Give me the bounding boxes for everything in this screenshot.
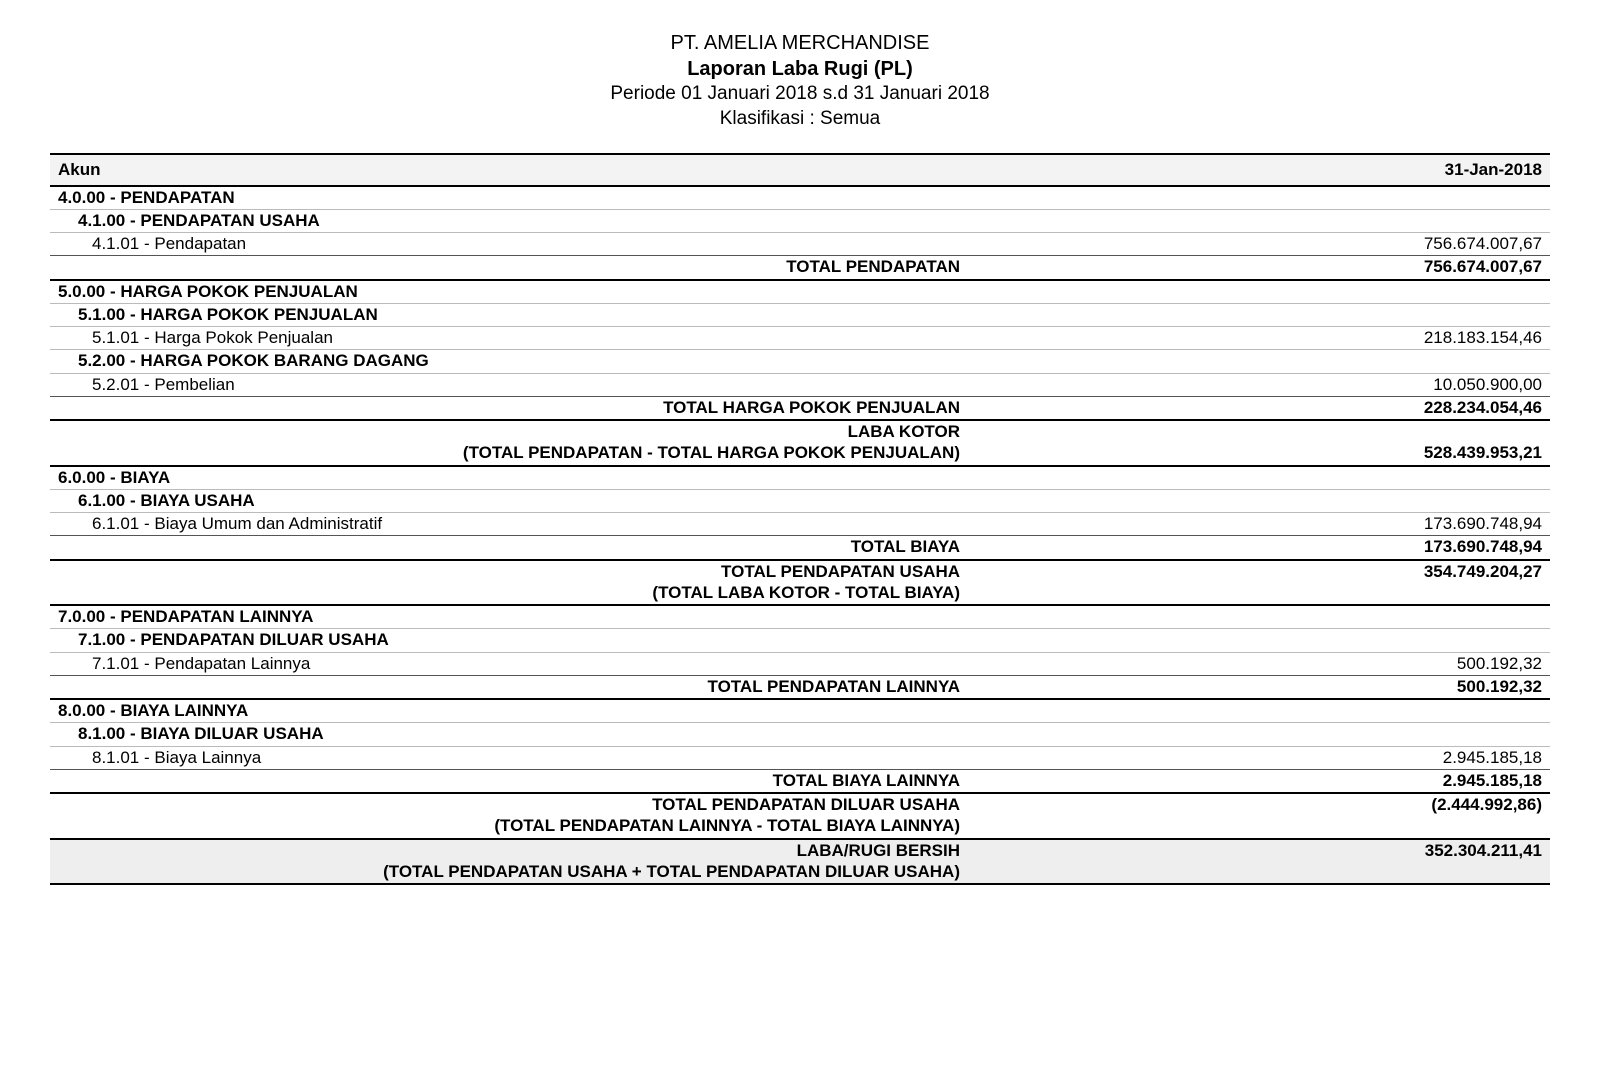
row-value: 173.690.748,94	[980, 536, 1550, 560]
row-total-biaya-lain: TOTAL BIAYA LAINNYA 2.945.185,18	[50, 769, 1550, 793]
row-value: 500.192,32	[980, 652, 1550, 675]
section-4-1-00: 4.1.00 - PENDAPATAN USAHA	[50, 209, 1550, 232]
row-label: TOTAL PENDAPATAN	[50, 256, 980, 280]
row-total-pend-usaha: TOTAL PENDAPATAN USAHA (TOTAL LABA KOTOR…	[50, 560, 1550, 606]
row-value: 528.439.953,21	[980, 420, 1550, 466]
pl-table: Akun 31-Jan-2018 4.0.00 - PENDAPATAN 4.1…	[50, 153, 1550, 885]
row-label: TOTAL BIAYA LAINNYA	[50, 769, 980, 793]
section-label: 8.1.00 - BIAYA DILUAR USAHA	[50, 723, 980, 746]
section-label: 5.0.00 - HARGA POKOK PENJUALAN	[50, 280, 980, 304]
section-6-1-00: 6.1.00 - BIAYA USAHA	[50, 489, 1550, 512]
row-label: 7.1.01 - Pendapatan Lainnya	[50, 652, 980, 675]
col-header-date: 31-Jan-2018	[980, 154, 1550, 185]
report-header: PT. AMELIA MERCHANDISE Laporan Laba Rugi…	[50, 30, 1550, 131]
row-label: 6.1.01 - Biaya Umum dan Administratif	[50, 513, 980, 536]
report-classification: Klasifikasi : Semua	[50, 107, 1550, 132]
section-label: 6.1.00 - BIAYA USAHA	[50, 489, 980, 512]
section-6-0-00: 6.0.00 - BIAYA	[50, 466, 1550, 490]
row-label-line2: (TOTAL PENDAPATAN - TOTAL HARGA POKOK PE…	[58, 442, 960, 463]
section-label: 6.0.00 - BIAYA	[50, 466, 980, 490]
section-5-1-00: 5.1.00 - HARGA POKOK PENJUALAN	[50, 303, 1550, 326]
row-value: 354.749.204,27	[980, 560, 1550, 606]
row-total-pend-diluar: TOTAL PENDAPATAN DILUAR USAHA (TOTAL PEN…	[50, 793, 1550, 839]
row-label: 4.1.01 - Pendapatan	[50, 233, 980, 256]
row-value: 218.183.154,46	[980, 327, 1550, 350]
row-label-line2: (TOTAL PENDAPATAN USAHA + TOTAL PENDAPAT…	[58, 861, 960, 882]
row-6-1-01: 6.1.01 - Biaya Umum dan Administratif 17…	[50, 513, 1550, 536]
row-value: 756.674.007,67	[980, 233, 1550, 256]
row-laba-rugi-bersih: LABA/RUGI BERSIH (TOTAL PENDAPATAN USAHA…	[50, 839, 1550, 885]
section-8-0-00: 8.0.00 - BIAYA LAINNYA	[50, 699, 1550, 723]
section-label: 5.2.00 - HARGA POKOK BARANG DAGANG	[50, 350, 980, 373]
row-label: 8.1.01 - Biaya Lainnya	[50, 746, 980, 769]
row-value: 2.945.185,18	[980, 746, 1550, 769]
row-value: 500.192,32	[980, 675, 1550, 699]
section-label: 8.0.00 - BIAYA LAINNYA	[50, 699, 980, 723]
row-label: 5.1.01 - Harga Pokok Penjualan	[50, 327, 980, 350]
table-header-row: Akun 31-Jan-2018	[50, 154, 1550, 185]
row-label: TOTAL BIAYA	[50, 536, 980, 560]
row-total-biaya: TOTAL BIAYA 173.690.748,94	[50, 536, 1550, 560]
section-label: 5.1.00 - HARGA POKOK PENJUALAN	[50, 303, 980, 326]
section-5-0-00: 5.0.00 - HARGA POKOK PENJUALAN	[50, 280, 1550, 304]
row-8-1-01: 8.1.01 - Biaya Lainnya 2.945.185,18	[50, 746, 1550, 769]
col-header-akun: Akun	[50, 154, 980, 185]
row-laba-kotor: LABA KOTOR (TOTAL PENDAPATAN - TOTAL HAR…	[50, 420, 1550, 466]
section-label: 7.1.00 - PENDAPATAN DILUAR USAHA	[50, 629, 980, 652]
row-label: TOTAL PENDAPATAN LAINNYA	[50, 675, 980, 699]
row-value: 756.674.007,67	[980, 256, 1550, 280]
row-label-line1: TOTAL PENDAPATAN USAHA	[58, 561, 960, 582]
section-label: 7.0.00 - PENDAPATAN LAINNYA	[50, 605, 980, 629]
row-label: 5.2.01 - Pembelian	[50, 373, 980, 396]
row-label-line1: LABA KOTOR	[58, 421, 960, 442]
row-label-line2: (TOTAL LABA KOTOR - TOTAL BIAYA)	[58, 582, 960, 603]
row-value: 2.945.185,18	[980, 769, 1550, 793]
section-label: 4.0.00 - PENDAPATAN	[50, 186, 980, 210]
section-8-1-00: 8.1.00 - BIAYA DILUAR USAHA	[50, 723, 1550, 746]
section-4-0-00: 4.0.00 - PENDAPATAN	[50, 186, 1550, 210]
row-label: TOTAL HARGA POKOK PENJUALAN	[50, 396, 980, 420]
section-label: 4.1.00 - PENDAPATAN USAHA	[50, 209, 980, 232]
row-total-hpp: TOTAL HARGA POKOK PENJUALAN 228.234.054,…	[50, 396, 1550, 420]
row-total-pendapatan: TOTAL PENDAPATAN 756.674.007,67	[50, 256, 1550, 280]
report-period: Periode 01 Januari 2018 s.d 31 Januari 2…	[50, 82, 1550, 107]
row-value: 228.234.054,46	[980, 396, 1550, 420]
row-5-2-01: 5.2.01 - Pembelian 10.050.900,00	[50, 373, 1550, 396]
row-label-line1: TOTAL PENDAPATAN DILUAR USAHA	[58, 794, 960, 815]
section-5-2-00: 5.2.00 - HARGA POKOK BARANG DAGANG	[50, 350, 1550, 373]
row-total-pend-lain: TOTAL PENDAPATAN LAINNYA 500.192,32	[50, 675, 1550, 699]
section-7-0-00: 7.0.00 - PENDAPATAN LAINNYA	[50, 605, 1550, 629]
row-value: 352.304.211,41	[980, 839, 1550, 885]
row-value: 10.050.900,00	[980, 373, 1550, 396]
row-label-line1: LABA/RUGI BERSIH	[58, 840, 960, 861]
row-5-1-01: 5.1.01 - Harga Pokok Penjualan 218.183.1…	[50, 327, 1550, 350]
report-title: Laporan Laba Rugi (PL)	[50, 56, 1550, 82]
row-7-1-01: 7.1.01 - Pendapatan Lainnya 500.192,32	[50, 652, 1550, 675]
section-7-1-00: 7.1.00 - PENDAPATAN DILUAR USAHA	[50, 629, 1550, 652]
company-name: PT. AMELIA MERCHANDISE	[50, 30, 1550, 56]
row-value: 173.690.748,94	[980, 513, 1550, 536]
row-value: (2.444.992,86)	[980, 793, 1550, 839]
row-4-1-01: 4.1.01 - Pendapatan 756.674.007,67	[50, 233, 1550, 256]
row-label-line2: (TOTAL PENDAPATAN LAINNYA - TOTAL BIAYA …	[58, 815, 960, 836]
